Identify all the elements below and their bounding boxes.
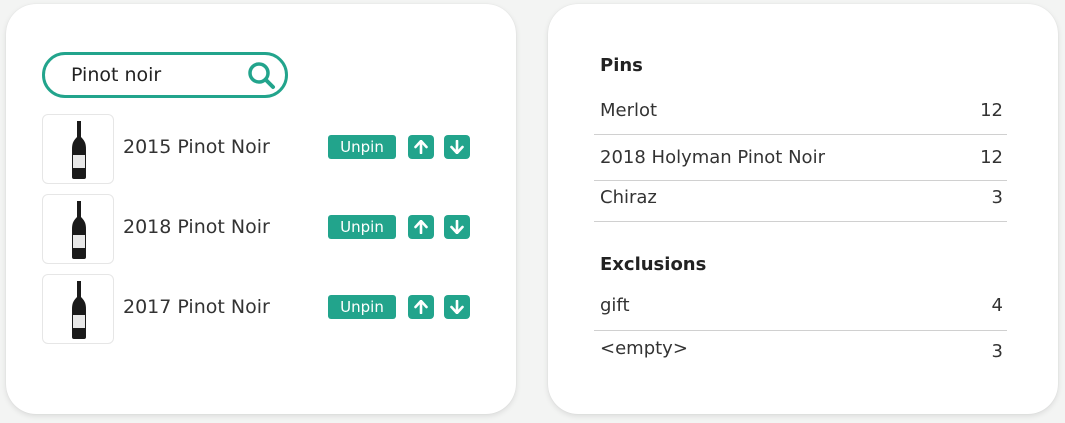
pins-exclusions-card: Pins Merlot 12 2018 Holyman Pinot Noir 1…: [548, 4, 1058, 414]
search-input[interactable]: [71, 63, 241, 87]
product-thumbnail: [42, 274, 114, 344]
exclusion-label: gift: [600, 295, 630, 316]
pin-label: Merlot: [600, 100, 658, 121]
row-divider: [594, 221, 1007, 222]
result-item: 2018 Pinot Noir Unpin: [42, 194, 482, 264]
exclusion-count: 4: [991, 295, 1003, 316]
move-down-button[interactable]: [444, 215, 470, 239]
unpin-button[interactable]: Unpin: [328, 135, 396, 159]
pin-label: Chiraz: [600, 187, 657, 208]
move-up-button[interactable]: [408, 215, 434, 239]
pin-label: 2018 Holyman Pinot Noir: [600, 147, 825, 168]
unpin-button[interactable]: Unpin: [328, 295, 396, 319]
product-thumbnail: [42, 114, 114, 184]
pin-row[interactable]: Merlot 12: [594, 90, 1007, 134]
pins-heading: Pins: [600, 55, 643, 76]
result-title[interactable]: 2015 Pinot Noir: [123, 136, 270, 158]
exclusion-label: <empty>: [600, 338, 688, 359]
search-icon[interactable]: [245, 60, 277, 92]
move-up-button[interactable]: [408, 135, 434, 159]
arrow-down-icon: [450, 300, 464, 314]
result-title[interactable]: 2018 Pinot Noir: [123, 216, 270, 238]
result-item: 2017 Pinot Noir Unpin: [42, 274, 482, 344]
move-down-button[interactable]: [444, 295, 470, 319]
pin-row[interactable]: Chiraz 3: [594, 180, 1007, 224]
exclusion-row[interactable]: gift 4: [594, 286, 1007, 330]
move-up-button[interactable]: [408, 295, 434, 319]
arrow-up-icon: [414, 220, 428, 234]
exclusion-row[interactable]: <empty> 3: [594, 330, 1007, 374]
pin-row[interactable]: 2018 Holyman Pinot Noir 12: [594, 136, 1007, 180]
pin-count: 12: [980, 147, 1003, 168]
result-title[interactable]: 2017 Pinot Noir: [123, 296, 270, 318]
pin-count: 12: [980, 100, 1003, 121]
arrow-up-icon: [414, 300, 428, 314]
search-box[interactable]: [42, 52, 288, 98]
arrow-down-icon: [450, 220, 464, 234]
search-results-card: 2015 Pinot Noir Unpin 2018 Pinot Noir Un…: [6, 4, 516, 414]
unpin-button[interactable]: Unpin: [328, 215, 396, 239]
exclusions-heading: Exclusions: [600, 254, 707, 275]
row-divider: [594, 134, 1007, 135]
pin-count: 3: [991, 187, 1003, 208]
arrow-up-icon: [414, 140, 428, 154]
result-item: 2015 Pinot Noir Unpin: [42, 114, 482, 184]
exclusion-count: 3: [991, 341, 1003, 362]
wine-bottle-icon: [72, 281, 86, 339]
move-down-button[interactable]: [444, 135, 470, 159]
product-thumbnail: [42, 194, 114, 264]
wine-bottle-icon: [72, 201, 86, 259]
wine-bottle-icon: [72, 121, 86, 179]
arrow-down-icon: [450, 140, 464, 154]
